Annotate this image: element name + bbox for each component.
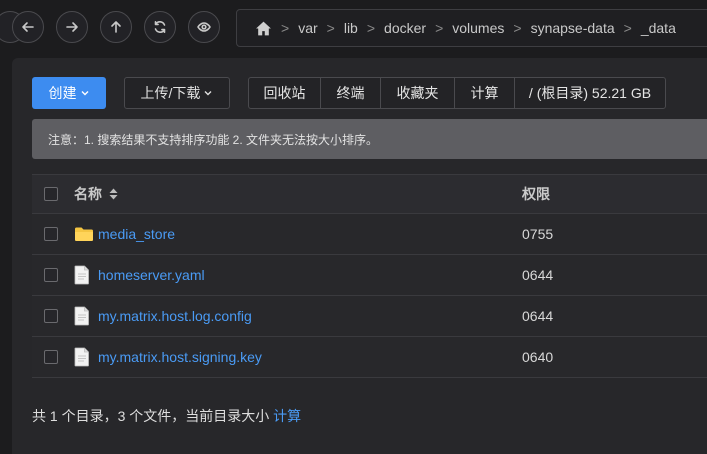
table-header: 名称 权限	[32, 174, 707, 214]
file-icon	[74, 306, 94, 326]
forward-icon	[66, 22, 78, 32]
file-icon	[74, 347, 94, 367]
sort-icon[interactable]	[109, 188, 118, 200]
refresh-button[interactable]	[144, 11, 176, 43]
up-button[interactable]	[100, 11, 132, 43]
breadcrumb: > var > lib > docker > volumes > synapse…	[236, 9, 707, 47]
recycle-bin-button[interactable]: 回收站	[249, 78, 321, 108]
directory-summary: 共 1 个目录，3 个文件，当前目录大小 计算	[32, 406, 301, 426]
file-name-link[interactable]: homeserver.yaml	[98, 267, 205, 283]
chevron-down-icon	[80, 88, 90, 98]
permission-value[interactable]: 0644	[522, 308, 553, 324]
upload-download-button[interactable]: 上传/下载	[124, 77, 230, 109]
home-icon[interactable]	[255, 20, 272, 37]
row-checkbox[interactable]	[44, 227, 58, 241]
permission-value[interactable]: 0640	[522, 349, 553, 365]
row-checkbox[interactable]	[44, 268, 58, 282]
folder-icon	[74, 224, 94, 244]
refresh-icon	[154, 21, 166, 33]
file-name-link[interactable]: my.matrix.host.signing.key	[98, 349, 262, 365]
breadcrumb-separator: >	[326, 20, 335, 36]
notice-banner: 注意：1. 搜索结果不支持排序功能 2. 文件夹无法按大小排序。	[32, 119, 707, 159]
calculate-size-link[interactable]: 计算	[273, 408, 301, 424]
create-button[interactable]: 创建	[32, 77, 106, 109]
breadcrumb-separator: >	[366, 20, 376, 36]
terminal-button[interactable]: 终端	[321, 78, 381, 108]
breadcrumb-data[interactable]: _data	[641, 20, 676, 36]
back-button[interactable]	[12, 11, 44, 43]
summary-text: 共 1 个目录，3 个文件，当前目录大小	[32, 408, 270, 424]
view-toggle-button[interactable]	[188, 11, 220, 43]
name-header-label: 名称	[74, 186, 102, 202]
table-row[interactable]: my.matrix.host.signing.key 0640	[32, 337, 707, 378]
breadcrumb-separator: >	[281, 20, 290, 36]
breadcrumb-var[interactable]: var	[298, 20, 317, 36]
breadcrumb-lib[interactable]: lib	[344, 20, 358, 36]
chevron-down-icon	[203, 88, 213, 98]
table-row[interactable]: media_store 0755	[32, 214, 707, 255]
upload-download-label: 上传/下载	[140, 85, 201, 101]
file-icon	[74, 265, 94, 285]
create-label: 创建	[48, 85, 77, 101]
forward-button[interactable]	[56, 11, 88, 43]
table-row[interactable]: my.matrix.host.log.config 0644	[32, 296, 707, 337]
select-all-checkbox[interactable]	[44, 187, 58, 201]
permission-value[interactable]: 0755	[522, 226, 553, 242]
top-navigation: > var > lib > docker > volumes > synapse…	[0, 0, 707, 56]
toolbar-button-group: 回收站 终端 收藏夹 计算 / (根目录) 52.21 GB	[248, 77, 666, 109]
breadcrumb-volumes[interactable]: volumes	[452, 20, 504, 36]
row-checkbox[interactable]	[44, 309, 58, 323]
up-icon	[111, 21, 121, 33]
breadcrumb-separator: >	[513, 20, 522, 36]
notice-text: 注意：1. 搜索结果不支持排序功能 2. 文件夹无法按大小排序。	[48, 132, 379, 147]
favorites-button[interactable]: 收藏夹	[381, 78, 455, 108]
name-column-header[interactable]: 名称	[74, 184, 118, 204]
file-manager-panel: 创建 上传/下载 回收站 终端 收藏夹 计算 / (根目录) 52.21 GB …	[12, 58, 707, 454]
eye-icon	[197, 22, 211, 32]
permission-value[interactable]: 0644	[522, 267, 553, 283]
file-name-link[interactable]: my.matrix.host.log.config	[98, 308, 252, 324]
file-name-link[interactable]: media_store	[98, 226, 175, 242]
breadcrumb-docker[interactable]: docker	[384, 20, 426, 36]
breadcrumb-separator: >	[435, 20, 444, 36]
permission-column-header: 权限	[522, 186, 550, 202]
calculate-button[interactable]: 计算	[455, 78, 515, 108]
breadcrumb-separator: >	[623, 20, 632, 36]
back-icon	[22, 22, 34, 32]
table-row[interactable]: homeserver.yaml 0644	[32, 255, 707, 296]
breadcrumb-synapse-data[interactable]: synapse-data	[531, 20, 615, 36]
file-table: 名称 权限 media_store 0755 homeserver.yaml 0…	[32, 174, 707, 378]
row-checkbox[interactable]	[44, 350, 58, 364]
disk-selector-button[interactable]: / (根目录) 52.21 GB	[515, 78, 665, 108]
